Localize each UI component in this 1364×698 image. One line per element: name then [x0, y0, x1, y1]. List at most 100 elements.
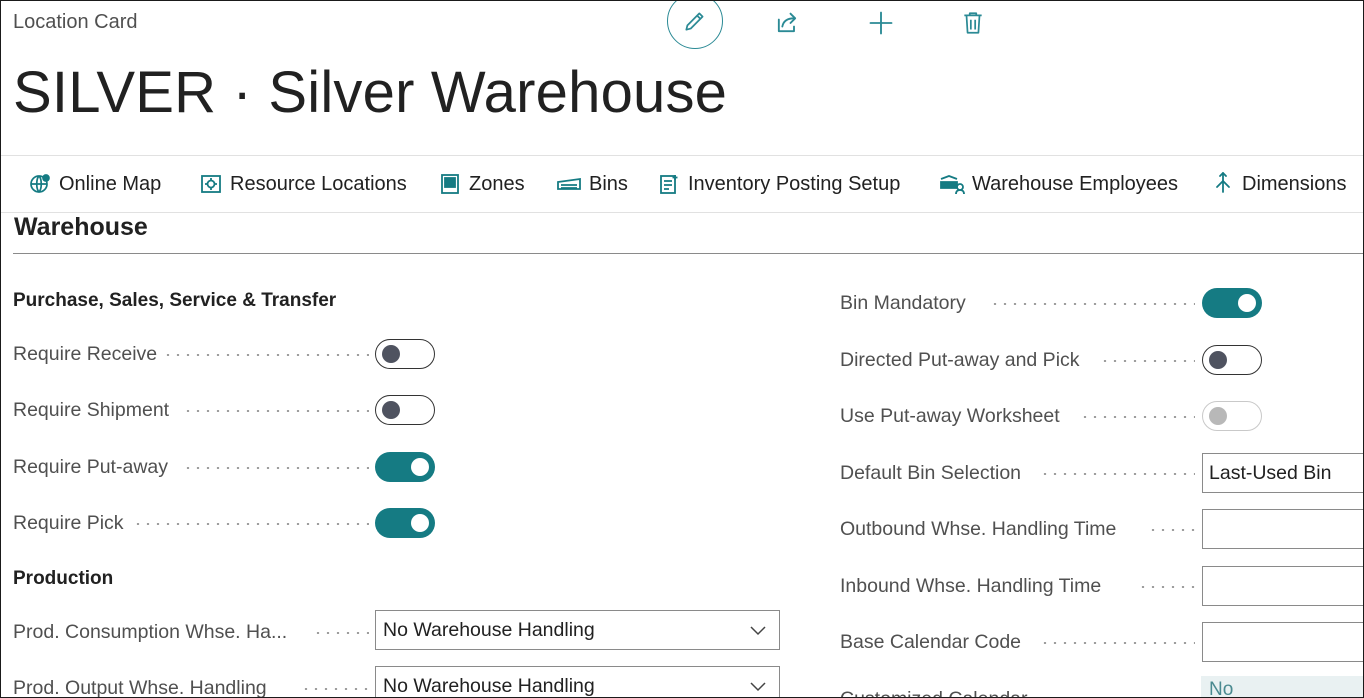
nav-label: Online Map: [59, 172, 162, 195]
field-require-receive: Require Receive: [13, 334, 435, 374]
directed-putaway-toggle[interactable]: [1202, 345, 1262, 375]
outbound-handling-input[interactable]: [1202, 509, 1363, 549]
share-icon: [777, 12, 797, 33]
field-dots: [990, 303, 1195, 305]
field-label: Prod. Consumption Whse. Ha...: [13, 612, 296, 652]
section-title: Warehouse: [14, 213, 148, 241]
globe-map-icon: [30, 174, 50, 193]
select-value: No Warehouse Handling: [383, 618, 595, 641]
nav-zones[interactable]: Zones: [438, 156, 525, 212]
field-label: Outbound Whse. Handling Time: [840, 509, 1125, 549]
nav-label: Zones: [469, 172, 525, 195]
base-calendar-input[interactable]: [1202, 622, 1363, 662]
zones-icon: [441, 174, 459, 194]
field-label: Require Pick: [13, 503, 132, 543]
field-dots: [1040, 642, 1195, 644]
prod-output-select[interactable]: No Warehouse Handling: [375, 666, 780, 697]
field-require-shipment: Require Shipment: [13, 390, 435, 430]
field-putaway-worksheet: Use Put-away Worksheet: [840, 396, 1270, 436]
field-label: Customized Calendar: [840, 679, 1036, 697]
default-bin-selection-select[interactable]: Last-Used Bin: [1202, 453, 1363, 493]
nav-warehouse-employees[interactable]: Warehouse Employees: [939, 156, 1178, 212]
edit-button[interactable]: [667, 1, 723, 49]
group-title-production: Production: [13, 568, 114, 589]
breadcrumb: Location Card: [13, 11, 138, 33]
nav-label: Dimensions: [1242, 172, 1347, 195]
field-dots: [183, 410, 369, 412]
field-dots: [183, 467, 369, 469]
toggle-knob: [382, 401, 400, 419]
nav-resource-locations[interactable]: Resource Locations: [199, 156, 407, 212]
prod-consumption-select[interactable]: No Warehouse Handling: [375, 610, 780, 650]
field-label: Default Bin Selection: [840, 453, 1030, 493]
toggle-knob: [411, 514, 429, 532]
nav-label: Bins: [589, 172, 628, 195]
delete-button[interactable]: [957, 7, 989, 39]
pencil-icon: [685, 12, 704, 31]
require-receive-toggle[interactable]: [375, 339, 435, 369]
bin-mandatory-toggle[interactable]: [1202, 288, 1262, 318]
customized-calendar-link[interactable]: No: [1201, 676, 1363, 697]
field-dots: [1148, 529, 1195, 531]
require-shipment-toggle[interactable]: [375, 395, 435, 425]
nav-label: Resource Locations: [230, 172, 407, 195]
field-outbound-handling-time: Outbound Whse. Handling Time: [840, 509, 1363, 549]
field-customized-calendar: Customized Calendar: [840, 679, 1200, 697]
field-default-bin-selection: Default Bin Selection Last-Used Bin: [840, 453, 1363, 493]
field-directed-putaway: Directed Put-away and Pick: [840, 340, 1270, 380]
toggle-knob: [1209, 407, 1227, 425]
require-putaway-toggle[interactable]: [375, 452, 435, 482]
share-button[interactable]: [771, 7, 803, 39]
nav-dimensions[interactable]: Dimensions: [1211, 156, 1346, 212]
add-button[interactable]: [865, 7, 897, 39]
nav-inventory-posting-setup[interactable]: Inventory Posting Setup: [657, 156, 900, 212]
field-require-pick: Require Pick: [13, 503, 435, 543]
field-prod-output: Prod. Output Whse. Handling No Warehouse…: [13, 666, 781, 697]
inbound-handling-input[interactable]: [1202, 566, 1363, 606]
field-prod-consumption: Prod. Consumption Whse. Ha... No Warehou…: [13, 610, 781, 652]
field-label: Require Put-away: [13, 447, 176, 487]
bins-icon: [557, 177, 581, 190]
field-label: Require Shipment: [13, 390, 178, 430]
field-dots: [301, 688, 369, 690]
field-base-calendar-code: Base Calendar Code: [840, 622, 1363, 662]
field-label: Directed Put-away and Pick: [840, 340, 1088, 380]
trash-icon: [964, 12, 982, 34]
require-pick-toggle[interactable]: [375, 508, 435, 538]
nav-online-map[interactable]: Online Map: [28, 156, 161, 212]
field-dots: [163, 354, 369, 356]
employees-icon: [940, 175, 965, 195]
chevron-down-icon: [750, 626, 766, 636]
field-dots: [1138, 586, 1195, 588]
location-card-page: Location Card SILVER · Silver Warehouse …: [0, 0, 1364, 698]
field-label: Use Put-away Worksheet: [840, 396, 1068, 436]
posting-setup-icon: [660, 175, 678, 194]
plus-icon: [869, 11, 893, 35]
nav-bins[interactable]: Bins: [556, 156, 628, 212]
section-divider: [13, 253, 1363, 254]
toggle-knob: [1238, 294, 1256, 312]
section-header-clip: Warehouse: [1, 212, 1363, 242]
field-label: Base Calendar Code: [840, 622, 1030, 662]
chevron-down-icon: [750, 682, 766, 692]
field-dots: [1040, 473, 1195, 475]
group-title-purchase-sales: Purchase, Sales, Service & Transfer: [13, 290, 337, 311]
toggle-knob: [411, 458, 429, 476]
action-nav-bar: Online Map Resource Locations Zones Bins…: [1, 155, 1363, 213]
field-dots: [313, 632, 369, 634]
field-dots: [133, 523, 369, 525]
select-value: No Warehouse Handling: [383, 674, 595, 697]
nav-label: Warehouse Employees: [972, 172, 1179, 195]
field-label: Prod. Output Whse. Handling: [13, 668, 275, 697]
field-inbound-handling-time: Inbound Whse. Handling Time: [840, 566, 1363, 606]
putaway-worksheet-toggle: [1202, 401, 1262, 431]
resource-location-icon: [201, 175, 221, 193]
nav-label: Inventory Posting Setup: [688, 172, 901, 195]
field-require-putaway: Require Put-away: [13, 447, 435, 487]
dimensions-icon: [1216, 172, 1230, 193]
field-label: Require Receive: [13, 334, 166, 374]
field-dots: [1100, 360, 1195, 362]
page-title: SILVER · Silver Warehouse: [13, 60, 728, 125]
toggle-knob: [1209, 351, 1227, 369]
field-label: Bin Mandatory: [840, 283, 974, 323]
